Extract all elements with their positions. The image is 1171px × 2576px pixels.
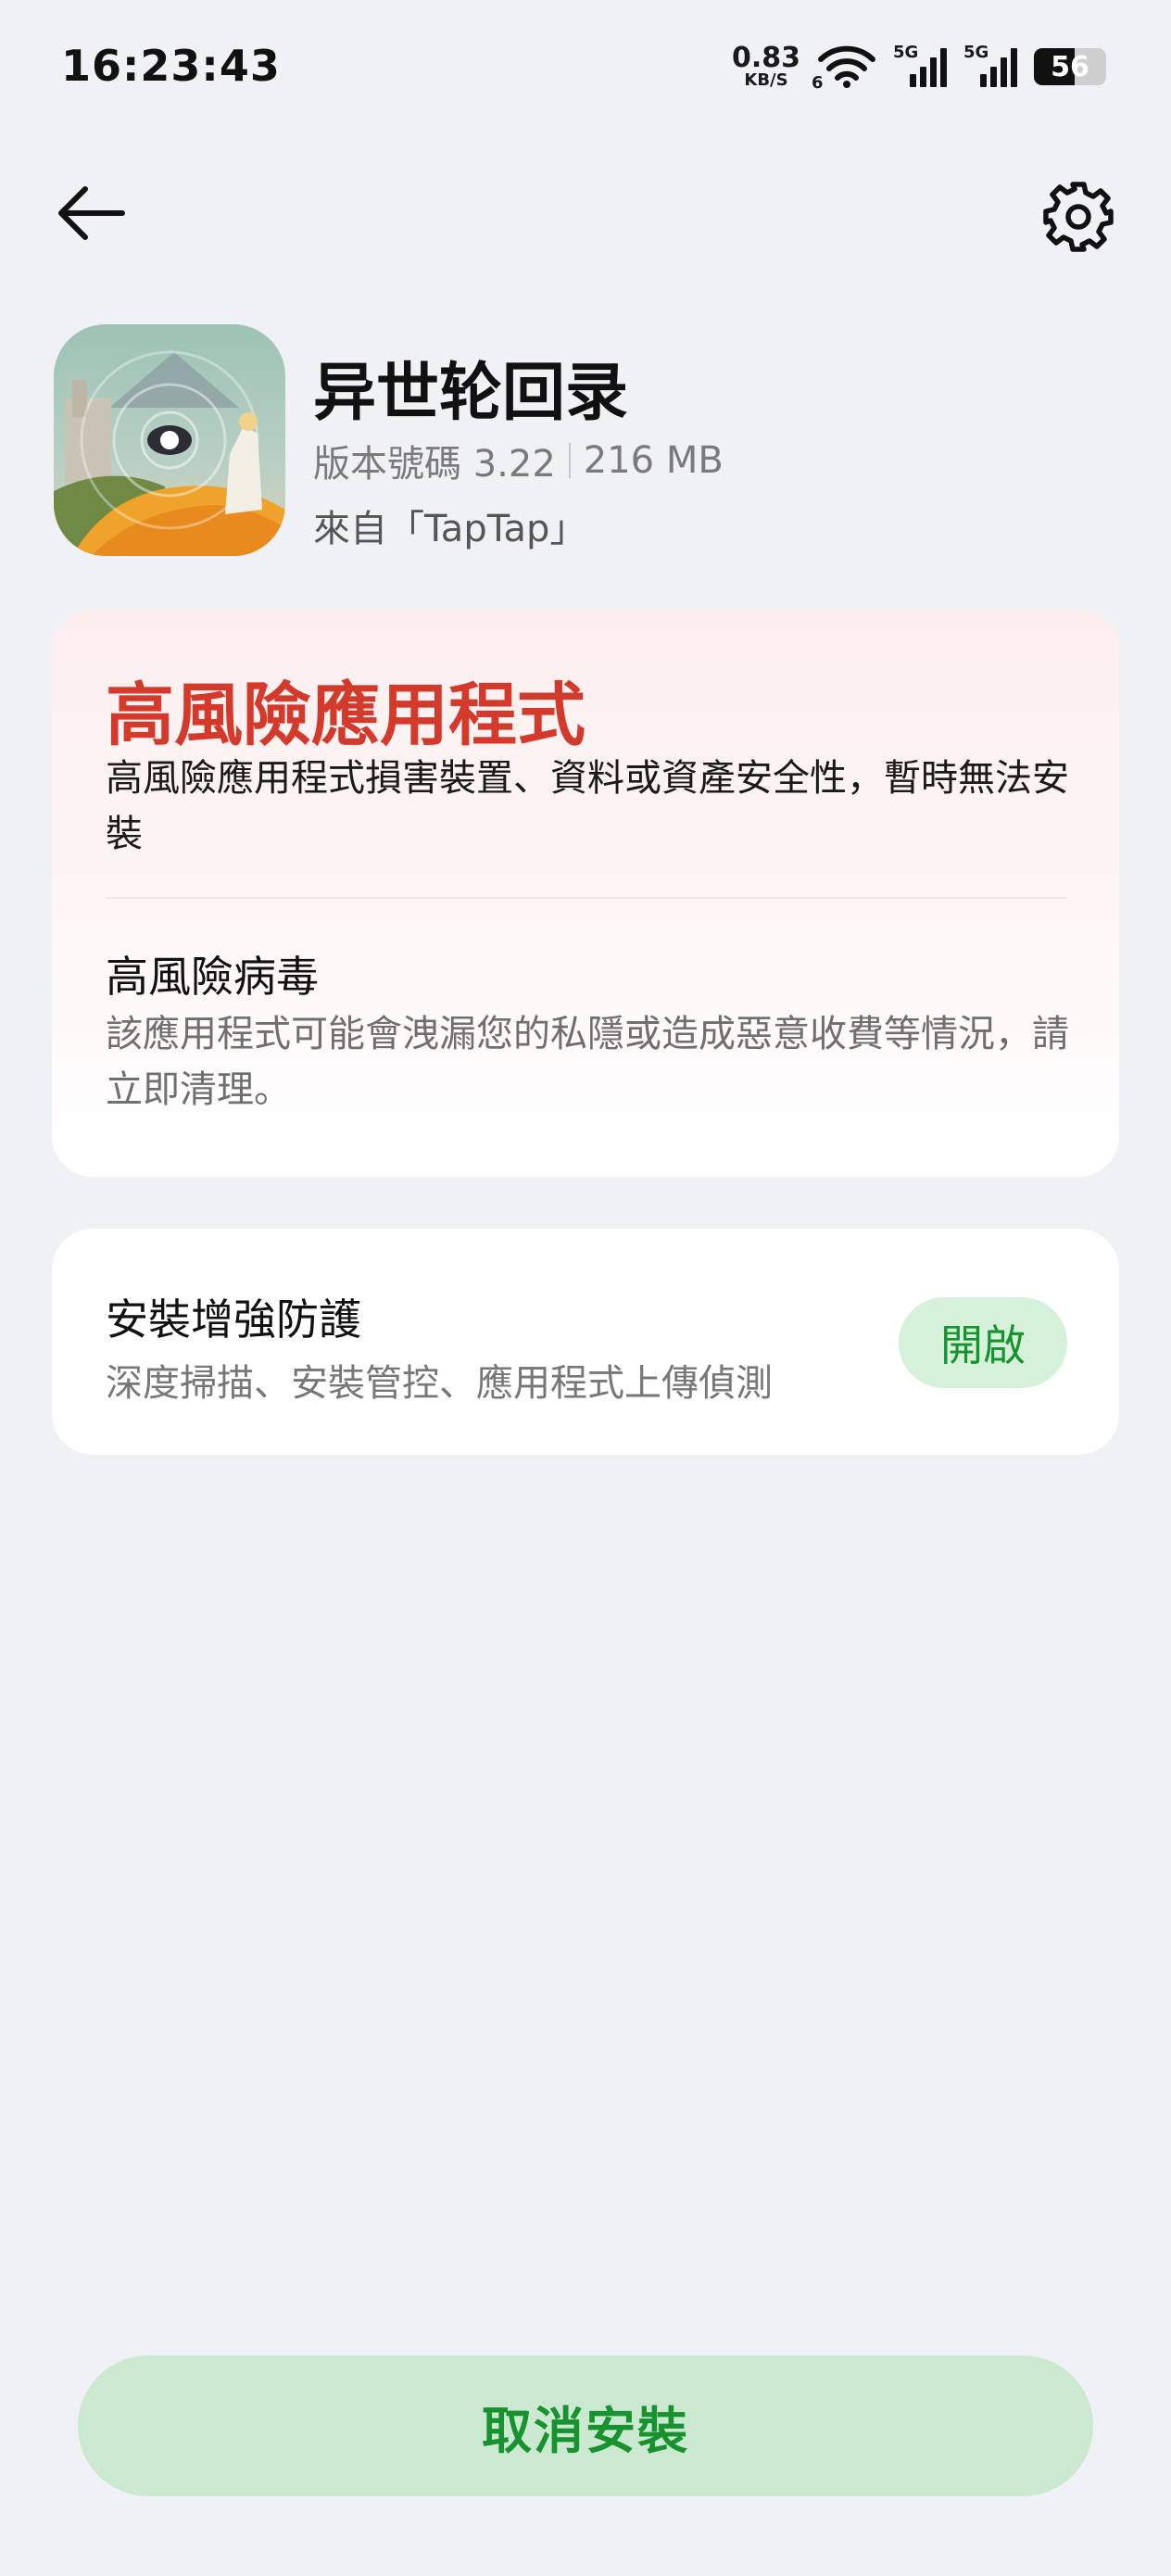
meta-divider [568, 443, 571, 478]
protection-card: 安裝增強防護 深度掃描、安裝管控、應用程式上傳偵測 開啟 [52, 1229, 1119, 1455]
sim1-network-tag: 5G [893, 43, 919, 62]
gear-icon [1043, 182, 1114, 252]
battery-level: 56 [1051, 50, 1089, 83]
cancel-install-button[interactable]: 取消安裝 [78, 2355, 1093, 2496]
risk-card: 高風險應用程式 高風險應用程式損害裝置、資料或資產安全性，暫時無法安裝 高風險病… [52, 610, 1119, 1177]
protection-title: 安裝增強防護 [106, 1294, 361, 1345]
app-version: 版本號碼 3.22 [313, 443, 556, 486]
virus-description: 該應用程式可能會洩漏您的私隱或造成惡意收費等情況，請立即清理。 [106, 1013, 1069, 1111]
app-name: 异世轮回录 [313, 357, 629, 430]
wifi-tag: 6 [812, 73, 824, 93]
status-bar: 16:23:43 0.83 KB/S 6 5G 5G 56 [0, 0, 1171, 139]
arrow-left-icon [58, 186, 125, 240]
battery-icon: 56 [1034, 48, 1106, 85]
risk-title: 高風險應用程式 [106, 676, 586, 755]
network-speed: 0.83 KB/S [732, 44, 800, 89]
signal-sim2-icon: 5G [963, 43, 1017, 87]
settings-button[interactable] [1039, 178, 1117, 256]
back-button[interactable] [52, 178, 130, 248]
risk-description: 高風險應用程式損害裝置、資料或資產安全性，暫時無法安裝 [106, 757, 1069, 855]
status-icons: 0.83 KB/S 6 5G 5G 56 [732, 41, 1106, 93]
enable-protection-button[interactable]: 開啟 [899, 1297, 1067, 1388]
network-speed-unit: KB/S [744, 70, 788, 90]
app-size: 216 MB [583, 439, 724, 482]
signal-sim1-icon: 5G [893, 43, 947, 87]
network-speed-value: 0.83 [731, 42, 800, 74]
risk-divider [106, 897, 1067, 899]
app-meta: 版本號碼 3.22 216 MB [313, 434, 724, 487]
sim2-network-tag: 5G [963, 43, 989, 62]
wifi-icon: 6 [812, 44, 876, 93]
virus-title: 高風險病毒 [106, 952, 319, 1002]
status-time: 16:23:43 [61, 41, 281, 91]
app-icon [54, 324, 285, 556]
app-source: 來自「TapTap」 [313, 508, 587, 550]
protection-description: 深度掃描、安裝管控、應用程式上傳偵測 [106, 1362, 773, 1405]
